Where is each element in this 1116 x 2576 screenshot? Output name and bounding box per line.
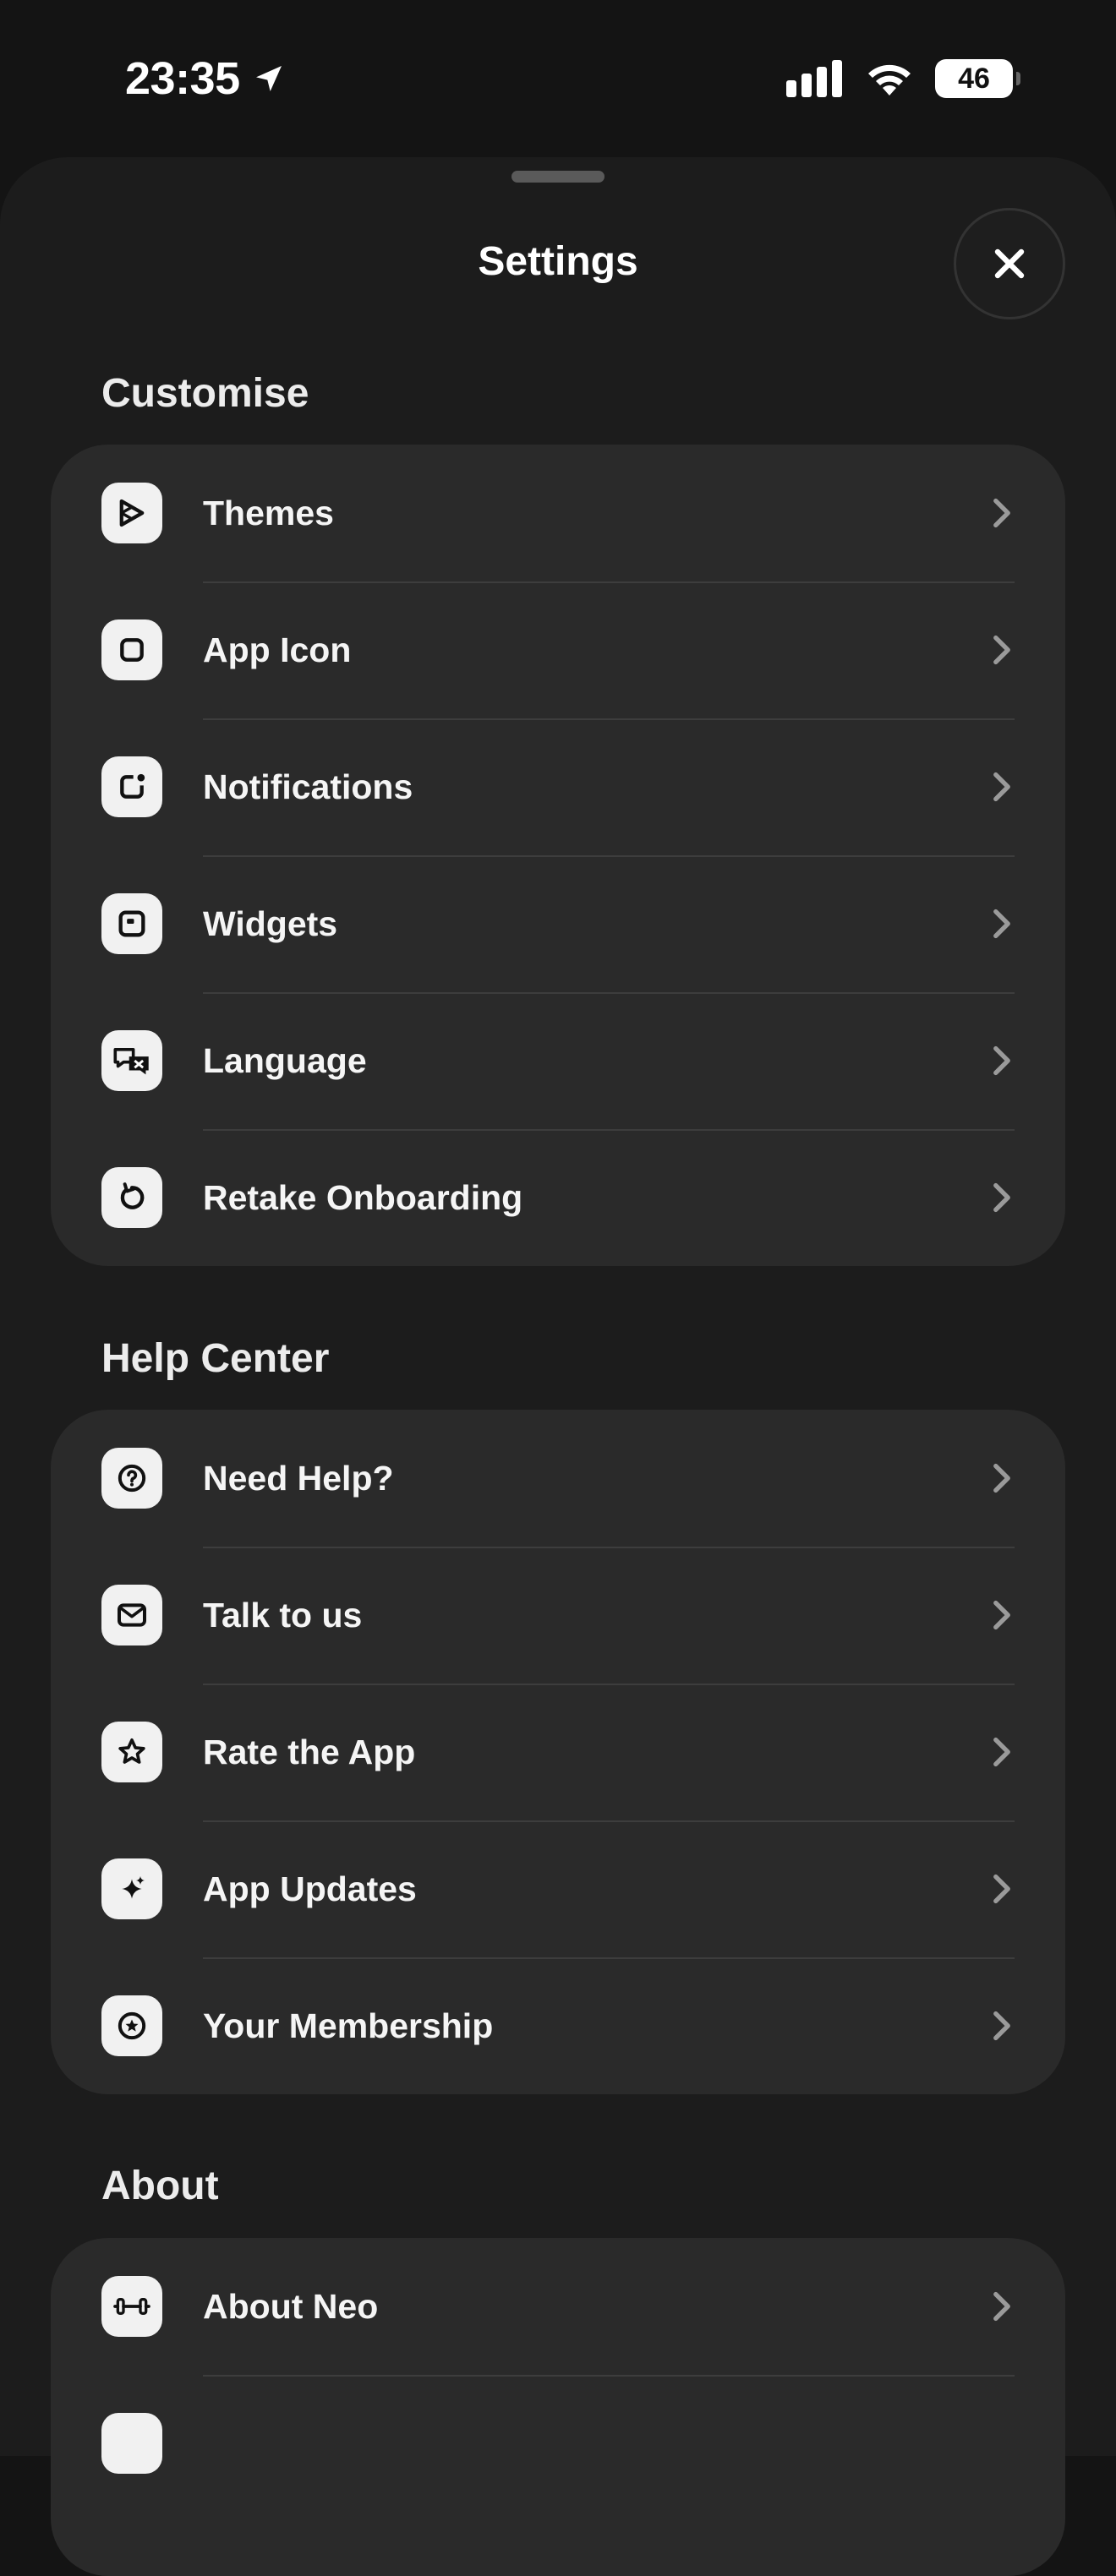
chevron-right-icon [989, 2291, 1015, 2322]
settings-row-app-updates[interactable]: App Updates [51, 1820, 1065, 1957]
status-time: 23:35 [125, 53, 240, 104]
membership-badge-icon [101, 1995, 162, 2056]
page-title: Settings [478, 239, 638, 284]
chevron-right-icon [989, 1463, 1015, 1493]
question-icon [101, 1448, 162, 1509]
envelope-icon [101, 1585, 162, 1645]
row-label: About Neo [203, 2286, 379, 2326]
settings-row-partial[interactable] [51, 2375, 1065, 2512]
widget-icon [101, 893, 162, 954]
settings-row-your-membership[interactable]: Your Membership [51, 1957, 1065, 2094]
close-icon [994, 248, 1025, 279]
battery-level: 46 [958, 62, 990, 95]
row-label: Need Help? [203, 1458, 394, 1498]
help-center-group: Need Help? Talk to us Rate the App App U… [51, 1410, 1065, 2094]
close-button[interactable] [954, 208, 1065, 319]
row-label: App Icon [203, 630, 352, 669]
dumbbell-icon [101, 2276, 162, 2337]
settings-row-themes[interactable]: Themes [51, 445, 1065, 581]
about-group: About Neo [51, 2238, 1065, 2576]
row-label: Themes [203, 493, 334, 532]
settings-row-retake-onboarding[interactable]: Retake Onboarding [51, 1129, 1065, 1266]
app-icon-square-icon [101, 619, 162, 680]
notification-badge-icon [101, 756, 162, 817]
row-label: Language [203, 1040, 367, 1080]
chevron-right-icon [989, 772, 1015, 802]
translate-icon [101, 1030, 162, 1091]
row-label: App Updates [203, 1869, 417, 1908]
chevron-right-icon [989, 498, 1015, 528]
wifi-icon [868, 64, 911, 96]
row-label: Rate the App [203, 1732, 416, 1771]
row-label: Your Membership [203, 2006, 494, 2045]
sparkle-icon [101, 1858, 162, 1919]
chevron-right-icon [989, 1874, 1015, 1904]
chevron-right-icon [989, 1182, 1015, 1213]
row-label: Retake Onboarding [203, 1177, 523, 1217]
palette-icon [101, 483, 162, 543]
settings-row-about-neo[interactable]: About Neo [51, 2238, 1065, 2375]
status-time-wrap: 23:35 [125, 52, 286, 105]
settings-row-rate-the-app[interactable]: Rate the App [51, 1684, 1065, 1820]
chevron-right-icon [989, 909, 1015, 939]
partial-row-icon [101, 2413, 162, 2474]
settings-row-widgets[interactable]: Widgets [51, 855, 1065, 992]
row-label: Widgets [203, 903, 338, 943]
settings-row-language[interactable]: Language [51, 992, 1065, 1129]
section-title-customise: Customise [101, 371, 309, 416]
settings-row-talk-to-us[interactable]: Talk to us [51, 1547, 1065, 1684]
section-title-help-center: Help Center [101, 1336, 330, 1381]
chevron-right-icon [989, 635, 1015, 665]
location-arrow-icon [255, 66, 282, 91]
chevron-right-icon [989, 2011, 1015, 2041]
customise-group: Themes App Icon Notifications Widgets La… [51, 445, 1065, 1266]
battery-icon: 46 [935, 59, 1020, 98]
section-title-about: About [101, 2164, 219, 2208]
sheet-grabber[interactable] [512, 171, 604, 183]
row-label: Notifications [203, 767, 413, 806]
chevron-right-icon [989, 1045, 1015, 1076]
status-bar: 23:35 46 [0, 0, 1116, 161]
settings-row-need-help[interactable]: Need Help? [51, 1410, 1065, 1547]
settings-row-notifications[interactable]: Notifications [51, 718, 1065, 855]
chevron-right-icon [989, 1737, 1015, 1767]
chevron-right-icon [989, 1600, 1015, 1630]
settings-sheet: Settings Customise Themes App Icon Notif… [0, 157, 1116, 2576]
status-indicators: 46 [786, 59, 1020, 98]
restart-icon [101, 1167, 162, 1228]
row-label: Talk to us [203, 1595, 363, 1635]
star-icon [101, 1722, 162, 1782]
settings-row-app-icon[interactable]: App Icon [51, 581, 1065, 718]
cellular-signal-icon [786, 60, 842, 97]
